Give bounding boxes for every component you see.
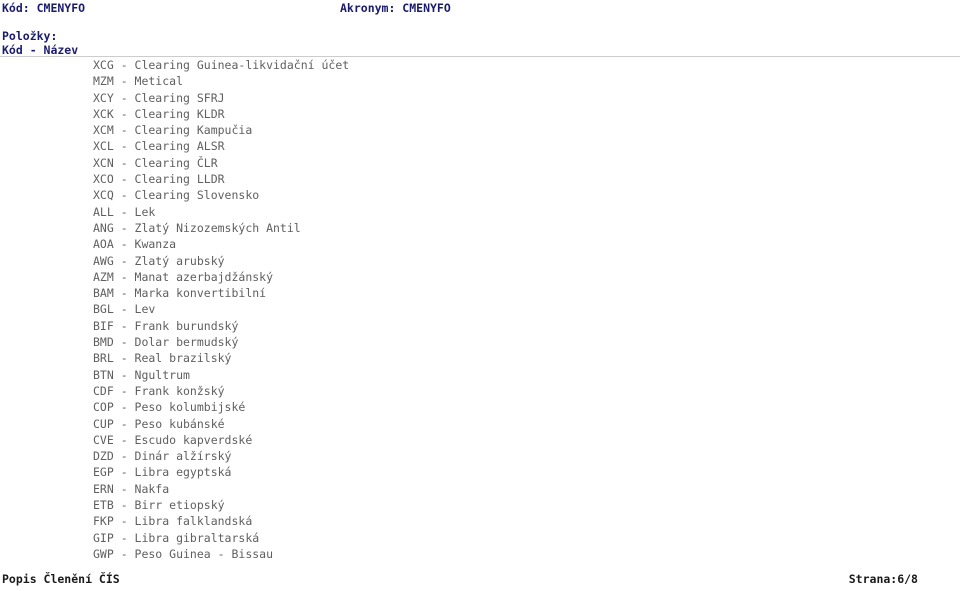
list-item: DZD - Dinár alžírský (93, 449, 232, 464)
list-item: BMD - Dolar bermudský (93, 335, 239, 350)
list-item: CUP - Peso kubánské (93, 416, 225, 431)
list-item: XCO - Clearing LLDR (93, 172, 225, 187)
list-item: XCL - Clearing ALSR (93, 139, 225, 154)
list-item: BRL - Real brazilský (93, 351, 232, 366)
report-page: Kód: CMENYFO Akronym: CMENYFO Položky: K… (0, 0, 960, 591)
acronym-line: Akronym: CMENYFO (340, 1, 451, 15)
list-item: CDF - Frank konžský (93, 383, 225, 398)
list-item: GIP - Libra gibraltarská (93, 530, 260, 545)
code-line: Kód: CMENYFO (2, 1, 86, 15)
list-item: BIF - Frank burundský (93, 318, 239, 333)
list-item: XCY - Clearing SFRJ (93, 90, 225, 105)
footer-title: Popis Členění ČÍS (2, 572, 120, 586)
list-item: XCM - Clearing Kampučia (93, 123, 253, 138)
list-item: BTN - Ngultrum (93, 367, 190, 382)
item-list: XCG - Clearing Guinea-likvidační účet MZM… (93, 57, 893, 562)
footer-page-number: Strana:6/8 (848, 572, 918, 586)
list-item: AOA - Kwanza (93, 237, 177, 252)
items-label: Položky: (2, 29, 58, 43)
list-item: MZM - Metical (93, 74, 184, 89)
list-item: BAM - Marka konvertibilní (93, 286, 267, 301)
list-item: CVE - Escudo kapverdské (93, 432, 253, 447)
list-item: EGP - Libra egyptská (93, 465, 232, 480)
list-item: AZM - Manat azerbajdžánský (93, 269, 274, 284)
list-item: XCN - Clearing ČLR (93, 155, 218, 170)
column-headers: Kód - Název (2, 43, 79, 57)
list-item: ALL - Lek (93, 204, 156, 219)
list-item: ERN - Nakfa (93, 481, 170, 496)
list-item: FKP - Libra falklandská (93, 514, 253, 529)
list-item: ETB - Birr etiopský (93, 498, 225, 513)
list-item: ANG - Zlatý Nizozemských Antil (93, 220, 301, 235)
list-item: XCK - Clearing KLDR (93, 106, 225, 121)
list-item: BGL - Lev (93, 302, 156, 317)
list-item: XCG - Clearing Guinea-likvidační účet (93, 58, 350, 72)
list-item: GWP - Peso Guinea - Bissau (93, 546, 274, 561)
list-item: XCQ - Clearing Slovensko (93, 188, 260, 203)
report-footer: Popis Členění ČÍS Strana:6/8 (0, 572, 960, 588)
list-item: COP - Peso kolumbijské (93, 400, 246, 415)
list-item: AWG - Zlatý arubský (93, 253, 225, 268)
